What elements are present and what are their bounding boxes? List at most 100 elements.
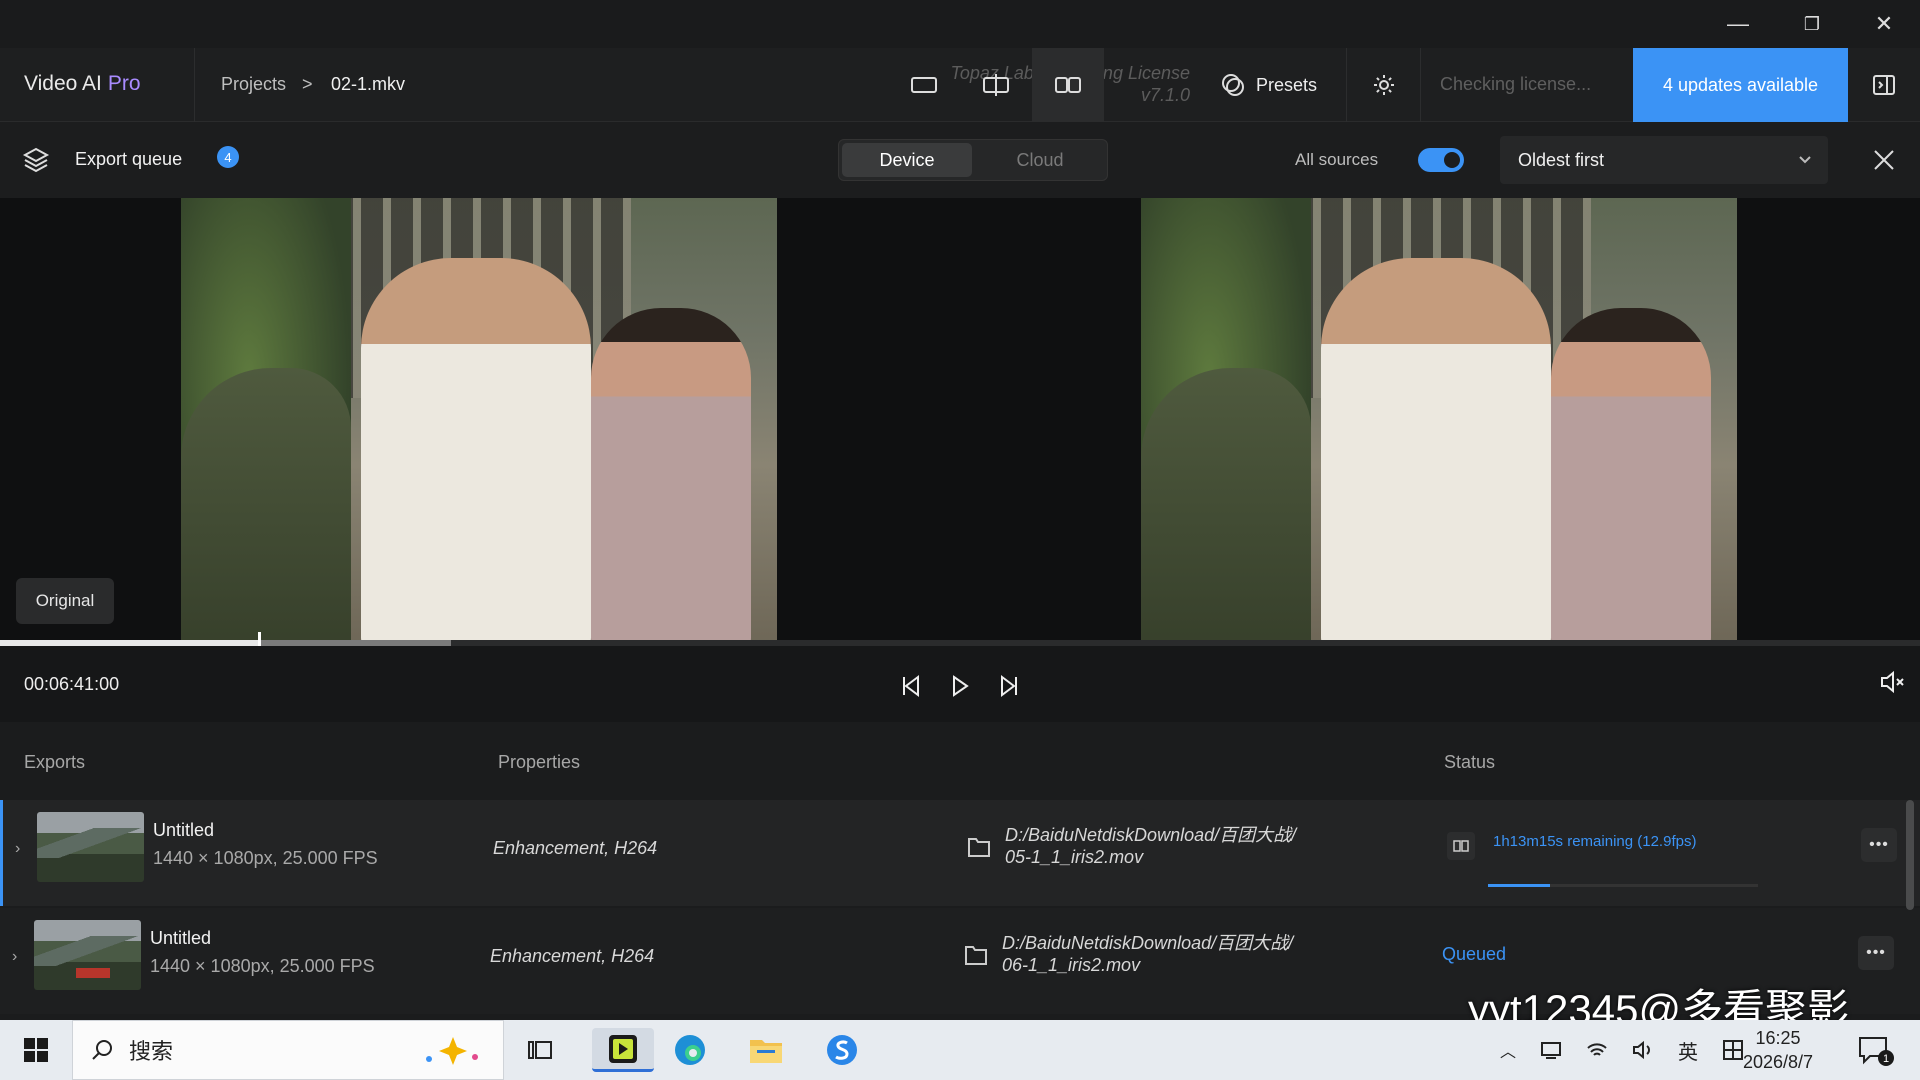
sogou-icon [827, 1035, 857, 1065]
sidebar-toggle-icon [1873, 75, 1895, 95]
play-icon [953, 675, 969, 697]
export-title: Untitled [150, 928, 212, 948]
close-queue-button[interactable] [1866, 142, 1902, 178]
sort-value: Oldest first [1518, 149, 1605, 170]
export-path: D:/BaiduNetdiskDownload/百团大战/ 05-1_1_iri… [1005, 824, 1296, 868]
close-window-button[interactable]: ✕ [1848, 0, 1920, 48]
edge-browser-app[interactable] [668, 1028, 712, 1072]
divider [1346, 48, 1347, 122]
side-by-side-view-icon [1055, 77, 1081, 93]
next-frame-button[interactable] [988, 666, 1028, 706]
presets-label: Presets [1256, 74, 1318, 95]
topaz-video-app[interactable] [592, 1028, 654, 1072]
search-placeholder: 搜索 [129, 1039, 174, 1064]
folder-icon[interactable] [967, 836, 991, 858]
list-scrollbar[interactable] [1906, 800, 1914, 910]
export-progress-bar [1488, 884, 1758, 887]
volume-icon[interactable] [1632, 1040, 1654, 1060]
tab-device[interactable]: Device [842, 143, 972, 177]
column-header-exports: Exports [24, 752, 86, 772]
toggle-knob [1444, 152, 1460, 168]
export-path-dir: D:/BaiduNetdiskDownload/百团大战/ [1002, 933, 1294, 953]
settings-button[interactable] [1362, 48, 1406, 122]
export-meta: 1440 × 1080px, 25.000 FPS [153, 848, 378, 868]
step-back-icon [903, 675, 919, 697]
app-header: Video AI Pro Projects > 02-1.mkv Topaz La… [0, 48, 1920, 122]
export-path: D:/BaiduNetdiskDownload/百团大战/ 06-1_1_iri… [1002, 932, 1293, 976]
device-cloud-switch: Device Cloud [838, 139, 1108, 181]
topaz-app-icon [609, 1034, 637, 1063]
sogou-app[interactable] [820, 1028, 864, 1072]
breadcrumb-file: 02-1.mkv [331, 74, 406, 94]
task-view-icon [528, 1041, 552, 1059]
export-thumbnail [37, 812, 144, 882]
notification-count: 1 [1883, 1053, 1889, 1065]
tab-cloud[interactable]: Cloud [975, 143, 1105, 177]
export-queue-title: Export queue [75, 149, 183, 169]
previous-frame-button[interactable] [892, 666, 932, 706]
split-view-icon [983, 74, 1009, 96]
system-tray: ︿ 英 [1500, 1020, 1744, 1080]
divider [1420, 48, 1421, 122]
window-title-bar: — ❐ ✕ [0, 0, 1920, 48]
original-label-button[interactable]: Original [16, 578, 114, 624]
folder-icon[interactable] [964, 944, 988, 966]
edge-icon [675, 1035, 705, 1065]
task-view-button[interactable] [518, 1028, 562, 1072]
minimize-button[interactable]: — [1702, 0, 1774, 48]
side-by-side-view-button[interactable] [1032, 48, 1104, 122]
app-brand: Video AI Pro [24, 72, 141, 96]
wifi-icon[interactable] [1586, 1040, 1608, 1060]
export-thumbnail [34, 920, 141, 990]
column-header-status: Status [1444, 752, 1496, 772]
export-properties: Enhancement, H264 [490, 946, 655, 966]
device-icon[interactable] [1540, 1040, 1562, 1060]
chevron-right-icon[interactable]: › [12, 948, 17, 966]
compare-status-button[interactable] [1447, 832, 1475, 860]
layers-icon [22, 147, 50, 173]
panel-toggle-button[interactable] [1858, 48, 1910, 122]
updates-button[interactable]: 4 updates available [1633, 48, 1848, 122]
clock-time: 16:25 [1755, 1028, 1801, 1048]
split-view-button[interactable] [960, 48, 1032, 122]
export-status: 1h13m15s remaining (12.9fps) [1493, 833, 1697, 850]
restore-button[interactable]: ❐ [1776, 0, 1848, 48]
original-frame [181, 198, 777, 643]
ime-language[interactable]: 英 [1678, 1036, 1698, 1065]
chevron-right-icon[interactable]: › [15, 840, 20, 858]
row-more-button[interactable]: ••• [1861, 828, 1897, 862]
enhanced-frame [1141, 198, 1737, 643]
export-properties: Enhancement, H264 [493, 838, 658, 858]
taskbar-search[interactable]: 搜索 [72, 1020, 504, 1080]
row-more-button[interactable]: ••• [1858, 936, 1894, 970]
folder-icon [750, 1040, 782, 1063]
chevron-up-icon[interactable]: ︿ [1500, 1038, 1516, 1062]
divider [194, 48, 195, 122]
notification-icon[interactable]: 1 [1856, 1034, 1896, 1068]
windows-start-icon[interactable] [14, 1034, 58, 1066]
video-preview[interactable]: Original [0, 198, 1920, 643]
export-meta: 1440 × 1080px, 25.000 FPS [150, 956, 375, 976]
export-queue-bar: Export queue 4 Device Cloud All sources … [0, 122, 1920, 198]
mute-button[interactable] [1878, 668, 1906, 701]
single-view-button[interactable] [888, 48, 960, 122]
play-button[interactable] [940, 666, 980, 706]
breadcrumb-separator: > [302, 74, 313, 94]
chevron-down-icon [1799, 156, 1811, 164]
export-path-file: 05-1_1_iris2.mov [1005, 847, 1144, 867]
export-row[interactable]: › Untitled 1440 × 1080px, 25.000 FPS Enh… [0, 800, 1920, 906]
all-sources-toggle[interactable] [1418, 148, 1464, 172]
sparkle-icon [426, 1037, 478, 1065]
search-icon [92, 1040, 112, 1060]
license-status: Checking license... [1440, 74, 1592, 94]
breadcrumb-projects[interactable]: Projects [221, 74, 286, 95]
sort-select[interactable]: Oldest first [1500, 136, 1828, 184]
clock-date: 2026/8/7 [1742, 1052, 1814, 1072]
close-icon [1874, 150, 1894, 170]
timecode: 00:06:41:00 [24, 674, 120, 694]
file-explorer-app[interactable] [744, 1028, 788, 1072]
presets-button[interactable]: Presets [1220, 48, 1317, 122]
transport-controls: 00:06:41:00 [0, 646, 1920, 722]
speaker-muted-icon [1881, 670, 1904, 694]
taskbar-clock[interactable]: 16:25 2026/8/7 [1718, 1026, 1838, 1074]
